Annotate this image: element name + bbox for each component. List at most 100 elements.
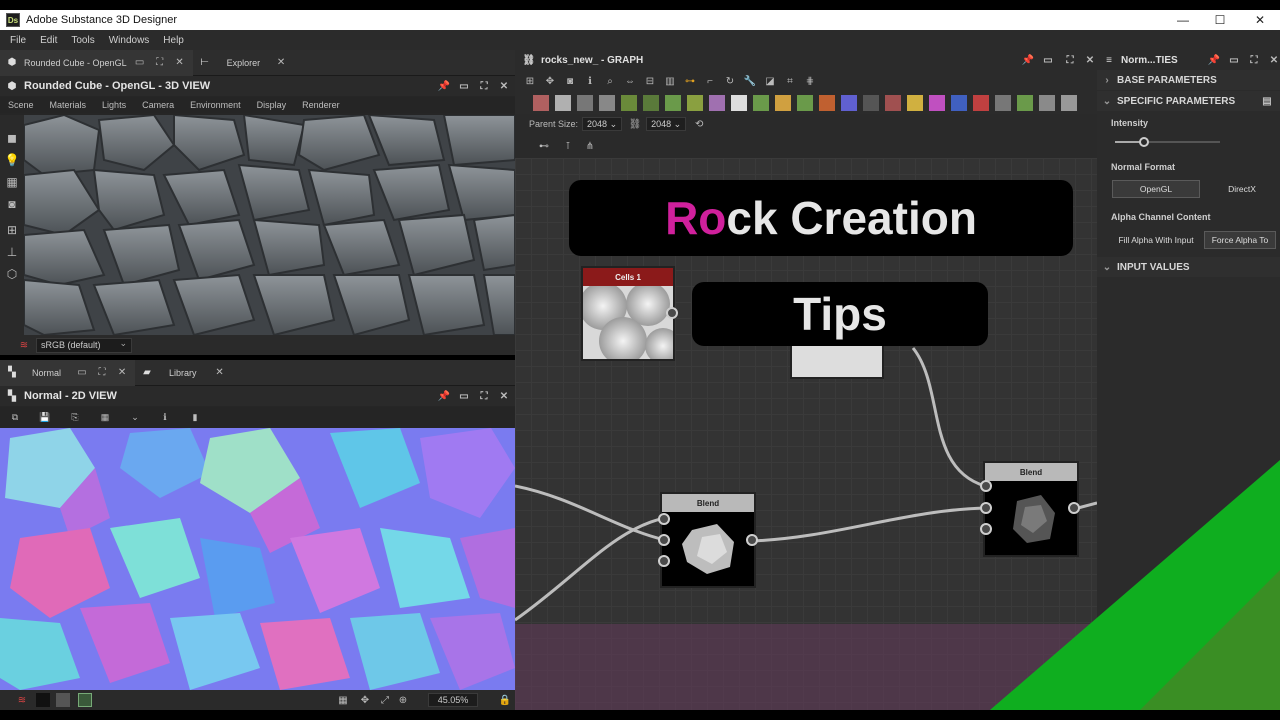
maximize-icon[interactable]: ⛶ bbox=[477, 389, 491, 403]
menu-display[interactable]: Display bbox=[257, 100, 287, 110]
close-icon[interactable]: ✕ bbox=[497, 79, 511, 93]
tiling-icon[interactable]: ▦ bbox=[98, 411, 112, 425]
node-cells[interactable]: Cells 1 bbox=[579, 266, 681, 365]
close-icon[interactable]: ✕ bbox=[1267, 53, 1280, 67]
align-icon[interactable]: ⊟ bbox=[643, 74, 657, 88]
layers-icon[interactable]: ≋ bbox=[16, 694, 28, 706]
info-icon[interactable]: ℹ bbox=[158, 411, 172, 425]
minimize-button[interactable]: — bbox=[1163, 10, 1203, 30]
reset-icon[interactable]: ⟲ bbox=[692, 117, 706, 131]
output-port[interactable] bbox=[666, 307, 678, 319]
colorspace-select[interactable]: sRGB (default) bbox=[36, 337, 132, 353]
tab-library[interactable]: ▰ Library ✕ bbox=[135, 360, 233, 386]
lock-icon[interactable]: 🔒 bbox=[498, 693, 512, 707]
uv-icon[interactable]: ⌄ bbox=[128, 411, 142, 425]
tab-rounded-cube[interactable]: ⬢ Rounded Cube - OpenGL ▭ ⛶ ✕ bbox=[0, 49, 193, 76]
pan-icon[interactable]: ✥ bbox=[358, 693, 372, 707]
3d-viewport[interactable] bbox=[24, 115, 515, 335]
maximize-icon[interactable]: ⛶ bbox=[1247, 53, 1261, 67]
maximize-icon[interactable]: ⛶ bbox=[95, 366, 109, 380]
float-icon[interactable]: ▭ bbox=[133, 56, 147, 70]
menu-lights[interactable]: Lights bbox=[102, 100, 126, 110]
wireframe-cube-icon[interactable]: ⬡ bbox=[0, 263, 24, 285]
menu-scene[interactable]: Scene bbox=[8, 100, 34, 110]
axis-icon[interactable]: ⊥ bbox=[0, 241, 24, 263]
2d-viewport[interactable] bbox=[0, 428, 515, 690]
close-window-button[interactable]: ✕ bbox=[1240, 10, 1280, 30]
menu-materials[interactable]: Materials bbox=[50, 100, 87, 110]
menu-renderer[interactable]: Renderer bbox=[302, 100, 340, 110]
parent-size-width-select[interactable]: 2048 ⌄ bbox=[582, 117, 623, 131]
menu-camera[interactable]: Camera bbox=[142, 100, 174, 110]
section-input-values[interactable]: ⌄ INPUT VALUES bbox=[1097, 257, 1280, 277]
tab-normal[interactable]: ▚ Normal ▭ ⛶ ✕ bbox=[0, 359, 136, 386]
connect-icon[interactable]: ⌐ bbox=[703, 74, 717, 88]
opengl-button[interactable]: OpenGL bbox=[1112, 180, 1200, 198]
tool-icon[interactable]: 🔧 bbox=[743, 74, 757, 88]
snap-icon[interactable]: ⋔ bbox=[583, 139, 597, 153]
refresh-icon[interactable]: ↻ bbox=[723, 74, 737, 88]
output-port[interactable] bbox=[746, 534, 758, 546]
directx-button[interactable]: DirectX bbox=[1204, 180, 1280, 198]
float-icon[interactable]: ▭ bbox=[1041, 53, 1055, 67]
grid-snap-icon[interactable]: ⋕ bbox=[803, 74, 817, 88]
force-alpha-button[interactable]: Force Alpha To bbox=[1204, 231, 1276, 249]
float-icon[interactable]: ▭ bbox=[1227, 53, 1241, 67]
bake-icon[interactable]: ◪ bbox=[763, 74, 777, 88]
float-icon[interactable]: ▭ bbox=[75, 366, 89, 380]
close-icon[interactable]: ✕ bbox=[274, 56, 288, 70]
float-icon[interactable]: ▭ bbox=[457, 79, 471, 93]
grid-icon[interactable]: ▦ bbox=[336, 693, 350, 707]
section-specific-parameters[interactable]: ⌄ SPECIFIC PARAMETERS ▤ bbox=[1097, 91, 1280, 111]
parent-size-height-select[interactable]: 2048 ⌄ bbox=[646, 117, 687, 131]
menu-file[interactable]: File bbox=[10, 35, 26, 46]
tab-explorer[interactable]: ⊢ Explorer ✕ bbox=[193, 50, 295, 76]
search-icon[interactable]: ⌕ bbox=[603, 74, 617, 88]
menu-edit[interactable]: Edit bbox=[40, 35, 57, 46]
image-swatch[interactable] bbox=[78, 693, 92, 707]
intensity-slider-track[interactable] bbox=[1115, 137, 1220, 147]
fill-alpha-button[interactable]: Fill Alpha With Input bbox=[1112, 231, 1200, 249]
zoom-level[interactable]: 45.05% bbox=[428, 693, 478, 707]
frame-icon[interactable]: ⊞ bbox=[523, 74, 537, 88]
grid-icon[interactable]: ⊞ bbox=[0, 219, 24, 241]
camera-icon[interactable]: ◼ bbox=[0, 127, 24, 149]
close-icon[interactable]: ✕ bbox=[213, 366, 227, 380]
maximize-icon[interactable]: ⛶ bbox=[153, 56, 167, 70]
node-blend-1[interactable]: Blend bbox=[660, 492, 756, 588]
histogram-icon[interactable]: ▮ bbox=[188, 411, 202, 425]
info-icon[interactable]: ℹ bbox=[583, 74, 597, 88]
pin-icon[interactable]: 📌 bbox=[1021, 53, 1035, 67]
close-icon[interactable]: ✕ bbox=[173, 56, 187, 70]
fit-icon[interactable]: ⧉ bbox=[8, 411, 22, 425]
fit-icon[interactable]: ⤢ bbox=[378, 693, 392, 707]
maximize-button[interactable]: ☐ bbox=[1200, 10, 1240, 30]
pin-icon[interactable]: 📌 bbox=[437, 79, 451, 93]
input-port-1[interactable] bbox=[658, 513, 670, 525]
dot-icon[interactable]: ⊶ bbox=[683, 74, 697, 88]
zoom-icon[interactable]: ⊕ bbox=[396, 693, 410, 707]
node-hidden-preview[interactable] bbox=[790, 343, 884, 379]
maximize-icon[interactable]: ⛶ bbox=[477, 79, 491, 93]
maximize-icon[interactable]: ⛶ bbox=[1063, 53, 1077, 67]
input-port-2[interactable] bbox=[658, 534, 670, 546]
pin-icon[interactable]: 📌 bbox=[437, 389, 451, 403]
black-swatch[interactable] bbox=[36, 693, 50, 707]
light-bulb-icon[interactable]: 💡 bbox=[0, 149, 24, 171]
menu-tools[interactable]: Tools bbox=[71, 35, 94, 46]
environment-icon[interactable]: ▦ bbox=[0, 171, 24, 193]
close-icon[interactable]: ✕ bbox=[115, 366, 129, 380]
section-base-parameters[interactable]: › BASE PARAMETERS bbox=[1097, 70, 1280, 90]
grey-swatch[interactable] bbox=[56, 693, 70, 707]
link-icon[interactable]: ⇔ bbox=[623, 74, 637, 88]
float-icon[interactable]: ▭ bbox=[457, 389, 471, 403]
link-icon[interactable]: ⛓ bbox=[628, 117, 642, 131]
menu-help[interactable]: Help bbox=[163, 35, 184, 46]
preset-icon[interactable]: ▤ bbox=[1260, 94, 1274, 108]
export-icon[interactable]: ⌗ bbox=[783, 74, 797, 88]
save-icon[interactable]: 💾 bbox=[38, 411, 52, 425]
screenshot-icon[interactable]: ◙ bbox=[0, 193, 24, 215]
align-vertical-icon[interactable]: ⊺ bbox=[561, 139, 575, 153]
close-icon[interactable]: ✕ bbox=[497, 389, 511, 403]
pin-icon[interactable]: 📌 bbox=[1207, 53, 1221, 67]
